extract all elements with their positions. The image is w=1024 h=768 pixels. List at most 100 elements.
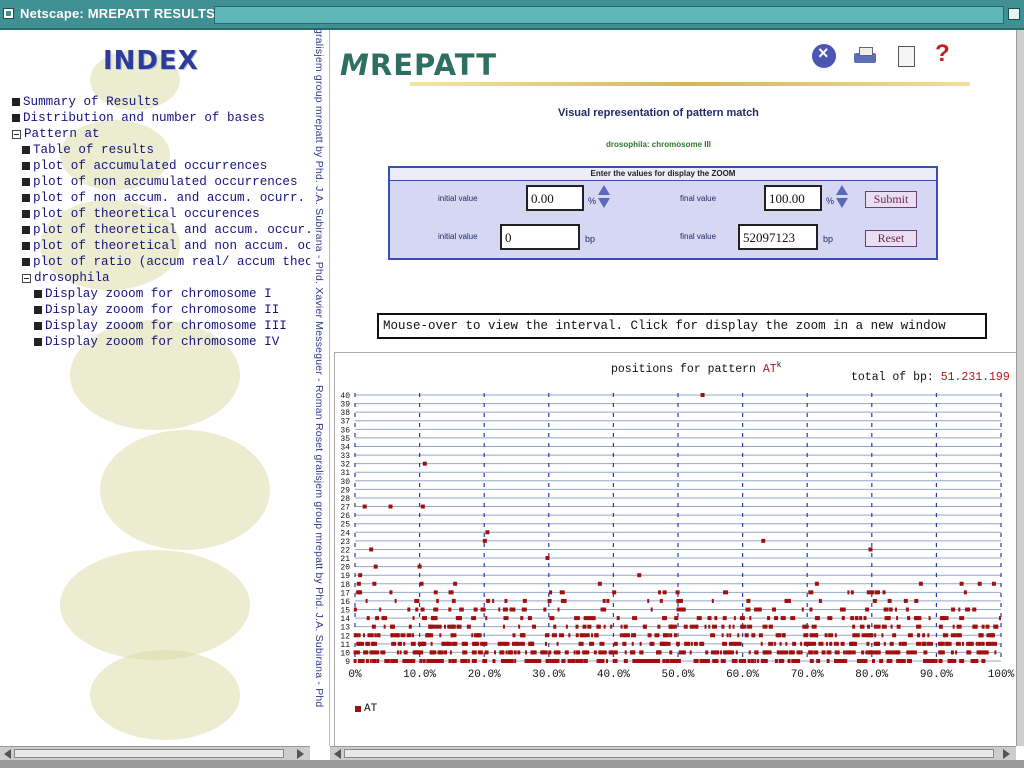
bullet-box-icon [22, 226, 30, 234]
occurrence-mark [602, 598, 606, 603]
tree-item-theoretical-accum[interactable]: plot of theoretical and accum. occur. [12, 222, 310, 238]
tree-item-zoom-chromosome-2[interactable]: Display zooom for chromosome II [12, 302, 310, 318]
initial-bp-input[interactable]: 0 [500, 224, 580, 250]
occurrence-mark [563, 598, 567, 603]
scroll-right-icon[interactable] [1003, 749, 1010, 759]
maximize-icon[interactable] [1008, 8, 1020, 20]
occurrence-mark [863, 659, 868, 663]
occurrence-point [482, 538, 487, 543]
printer-icon[interactable] [853, 44, 877, 68]
occurrence-mark [357, 641, 362, 646]
x-tick-label: 20.0% [468, 669, 501, 681]
title-bar-drag-area[interactable] [214, 6, 1004, 24]
final-percent-input[interactable]: 100.00 [764, 185, 822, 211]
occurrence-mark [471, 616, 477, 621]
occurrence-mark [665, 659, 669, 663]
occurrence-mark [851, 650, 856, 655]
pattern-position-plot[interactable]: 9101112131415161718192021222324252627282… [335, 391, 1021, 697]
initial-percent-spinner[interactable] [597, 185, 611, 209]
bullet-box-icon [22, 162, 30, 170]
occurrence-mark [874, 650, 880, 655]
occurrence-mark [549, 616, 555, 621]
occurrence-mark [741, 624, 747, 629]
tree-item-ratio[interactable]: plot of ratio (accum real/ accum theo [12, 254, 310, 270]
close-circle-icon[interactable] [812, 43, 836, 68]
document-icon[interactable] [895, 44, 919, 68]
occurrence-mark [643, 659, 649, 663]
bullet-box-icon [12, 98, 20, 106]
occurrence-mark [397, 641, 401, 646]
occurrence-mark [531, 659, 536, 663]
occurrence-mark [353, 633, 359, 638]
window-menu-icon[interactable] [3, 8, 14, 19]
tree-item-zoom-chromosome-3[interactable]: Display zooom for chromosome III [12, 318, 310, 334]
occurrence-mark [658, 590, 662, 595]
y-tick-label: 27 [340, 504, 350, 513]
occurrence-mark [384, 616, 388, 621]
occurrence-mark [774, 616, 779, 621]
tree-item-summary[interactable]: Summary of Results [12, 94, 310, 110]
occurrence-mark [942, 633, 945, 638]
tree-item-non-accumulated[interactable]: plot of non accumulated occurrences [12, 174, 310, 190]
scroll-right-icon[interactable] [297, 749, 304, 759]
index-horizontal-scrollbar[interactable] [0, 746, 310, 760]
occurrence-mark [857, 633, 860, 638]
collapse-icon[interactable] [12, 129, 21, 139]
arrow-up-icon[interactable] [598, 185, 610, 195]
pattern-plot-panel[interactable]: positions for pattern ATk total of bp: 5… [334, 352, 1024, 746]
main-horizontal-scrollbar[interactable] [330, 746, 1016, 760]
tree-item-zoom-chromosome-1[interactable]: Display zooom for chromosome I [12, 286, 310, 302]
occurrence-mark [993, 624, 996, 629]
tree-item-accumulated[interactable]: plot of accumulated occurrences [12, 158, 310, 174]
tree-item-theoretical[interactable]: plot of theoretical occurences [12, 206, 310, 222]
occurrence-mark [800, 650, 803, 655]
help-question-icon[interactable]: ? [935, 40, 959, 67]
occurrence-mark [985, 624, 990, 629]
occurrence-mark [913, 650, 917, 655]
reset-button[interactable]: Reset [865, 230, 917, 247]
collapse-icon[interactable] [22, 273, 31, 283]
arrow-down-icon[interactable] [836, 198, 848, 208]
occurrence-mark [358, 633, 361, 638]
arrow-down-icon[interactable] [598, 198, 610, 208]
initial-bp-label: initial value [438, 232, 478, 241]
y-tick-label: 33 [340, 452, 350, 461]
arrow-up-icon[interactable] [836, 185, 848, 195]
window-title-bar[interactable]: Netscape: MREPATT RESULTS [0, 0, 1024, 30]
initial-percent-input[interactable]: 0.00 [526, 185, 584, 211]
tree-item-distribution[interactable]: Distribution and number of bases [12, 110, 310, 126]
occurrence-mark [700, 641, 705, 646]
legend-label: AT [364, 703, 378, 715]
final-percent-spinner[interactable] [835, 185, 849, 209]
occurrence-mark [865, 650, 868, 655]
tree-item-theoretical-non-accum[interactable]: plot of theoretical and non accum. oc [12, 238, 310, 254]
tree-item-non-accum-and-accum[interactable]: plot of non accum. and accum. ocurr. [12, 190, 310, 206]
occurrence-mark [938, 624, 943, 629]
scroll-left-icon[interactable] [4, 749, 11, 759]
occurrence-mark [826, 659, 830, 663]
occurrence-mark [430, 641, 433, 646]
occurrence-mark [983, 650, 986, 655]
occurrence-mark [444, 650, 448, 655]
occurrence-mark [890, 624, 893, 629]
occurrence-mark [381, 616, 385, 621]
tree-item-pattern-at[interactable]: Pattern at [12, 126, 310, 142]
occurrence-mark [471, 659, 476, 663]
y-tick-label: 34 [340, 443, 350, 452]
tree-item-table-of-results[interactable]: Table of results [12, 142, 310, 158]
scroll-thumb[interactable] [14, 749, 284, 758]
occurrence-mark [604, 650, 607, 655]
submit-button[interactable]: Submit [865, 191, 917, 208]
occurrence-mark [390, 624, 396, 629]
occurrence-mark [354, 650, 360, 655]
occurrence-mark [721, 633, 724, 638]
tree-item-drosophila[interactable]: drosophila [12, 270, 310, 286]
tree-item-zoom-chromosome-4[interactable]: Display zooom for chromosome IV [12, 334, 310, 350]
occurrence-mark [450, 624, 455, 629]
bullet-box-icon [22, 146, 30, 154]
scroll-left-icon[interactable] [334, 749, 341, 759]
scroll-thumb[interactable] [344, 749, 994, 758]
occurrence-point [369, 547, 374, 552]
vertical-scrollbar[interactable] [1016, 30, 1024, 746]
final-bp-input[interactable]: 52097123 [738, 224, 818, 250]
